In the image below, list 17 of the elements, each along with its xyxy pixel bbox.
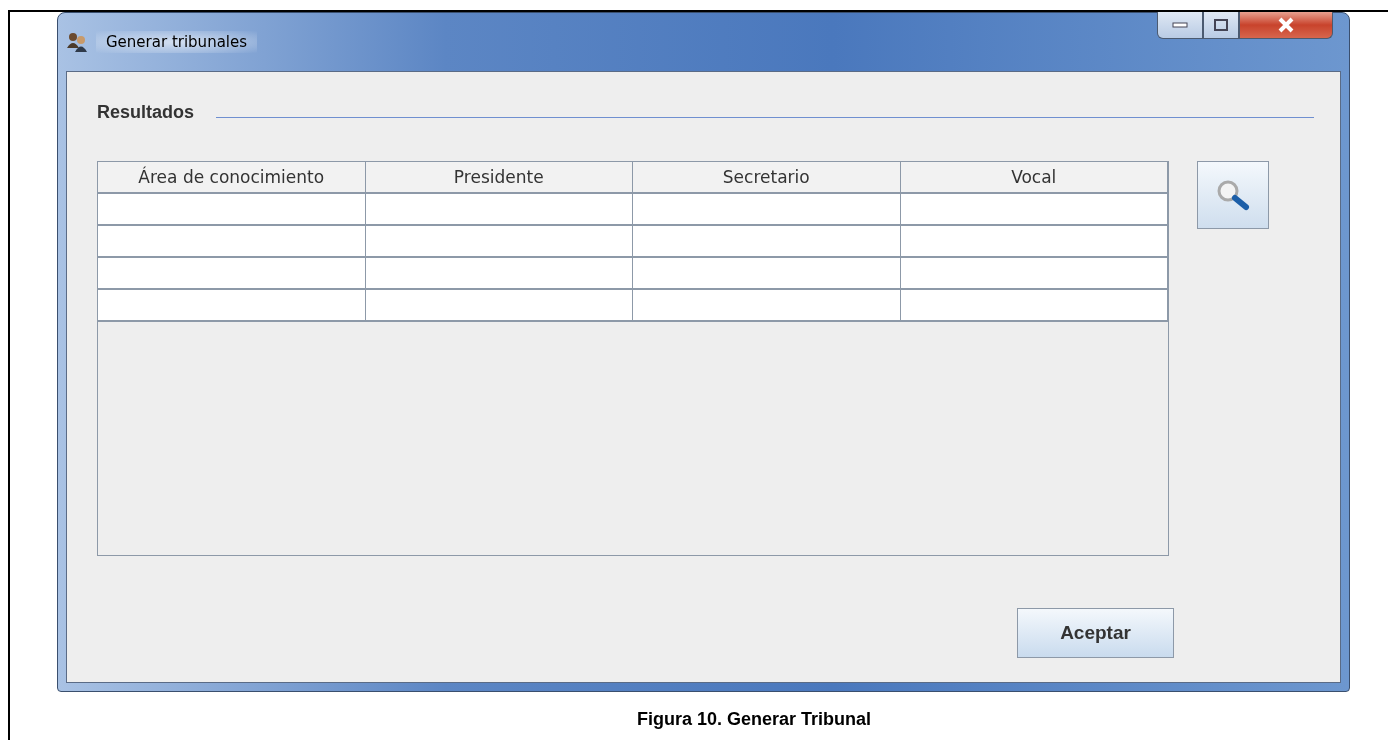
minimize-icon	[1172, 22, 1188, 28]
search-button[interactable]	[1197, 161, 1269, 229]
column-header[interactable]: Presidente	[365, 162, 633, 194]
close-button[interactable]	[1239, 12, 1333, 39]
people-icon	[66, 32, 90, 52]
maximize-icon	[1214, 19, 1228, 31]
column-header[interactable]: Vocal	[900, 162, 1168, 194]
column-header[interactable]: Secretario	[633, 162, 901, 194]
figure-caption: Figura 10. Generar Tribunal	[637, 709, 872, 730]
minimize-button[interactable]	[1157, 12, 1203, 39]
maximize-button[interactable]	[1203, 12, 1239, 39]
section-title: Resultados	[97, 102, 195, 123]
close-icon	[1277, 17, 1295, 33]
search-icon	[1216, 179, 1250, 211]
window-title: Generar tribunales	[96, 31, 258, 53]
accept-button[interactable]: Aceptar	[1017, 608, 1174, 658]
column-header[interactable]: Área de conocimiento	[98, 162, 366, 194]
